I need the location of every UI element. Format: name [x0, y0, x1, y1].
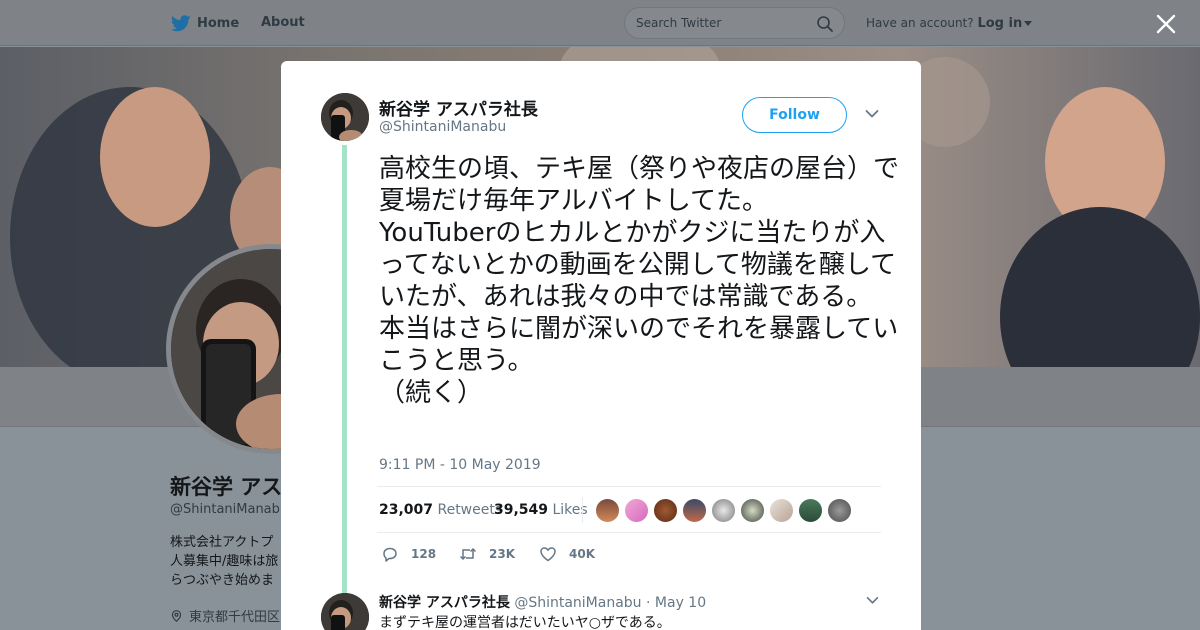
- profile-name: 新谷学 アス: [170, 475, 283, 499]
- reply-icon[interactable]: [381, 545, 399, 563]
- bio-line: らつぶやき始めま: [170, 573, 275, 588]
- chevron-down-icon[interactable]: [865, 109, 879, 119]
- heart-icon[interactable]: [539, 545, 557, 563]
- tweet-author-name[interactable]: 新谷学 アスパラ社長: [379, 95, 538, 120]
- retweets-stat[interactable]: 23,007 Retweets: [379, 502, 502, 518]
- reply-action[interactable]: 128: [381, 545, 436, 563]
- likes-stat[interactable]: 39,549 Likes: [494, 502, 588, 518]
- nav-about-label: About: [261, 15, 305, 30]
- caret-down-icon[interactable]: [1024, 21, 1033, 26]
- search-input[interactable]: [636, 15, 811, 31]
- liker-avatar[interactable]: [624, 498, 649, 523]
- thread-connector-line: [342, 145, 347, 595]
- reply-header: 新谷学 アスパラ社長 @ShintaniManabu · May 10: [379, 592, 706, 612]
- chevron-down-icon[interactable]: [866, 596, 879, 605]
- search-box[interactable]: [624, 7, 845, 39]
- reply-count: 128: [411, 547, 437, 561]
- likes-count: 39,549: [494, 502, 549, 518]
- reply-author-name[interactable]: 新谷学 アスパラ社長: [379, 595, 510, 611]
- retweets-count: 23,007: [379, 502, 434, 518]
- tweet-author-avatar[interactable]: [321, 93, 369, 141]
- liker-avatar[interactable]: [595, 498, 620, 523]
- retweet-count: 23K: [489, 547, 515, 561]
- twitter-bird-icon: [171, 15, 191, 32]
- top-navigation-bar: Home About Have an account? Log in: [0, 0, 1200, 46]
- tweet-text: 高校生の頃、テキ屋（祭りや夜店の屋台）で夏場だけ毎年アルバイトしてた。 YouT…: [379, 154, 900, 408]
- location-text: 東京都千代田区: [188, 610, 280, 625]
- liker-avatars: [595, 498, 856, 523]
- login-link[interactable]: Log in: [977, 16, 1022, 31]
- nav-home-label: Home: [197, 16, 240, 31]
- have-account-text: Have an account?: [866, 16, 974, 30]
- author-avatar-image: [321, 93, 369, 141]
- liker-avatar[interactable]: [653, 498, 678, 523]
- profile-bio: 株式会社アクトプ 人募集中/趣味は旅 らつぶやき始めま: [170, 533, 280, 590]
- profile-location: 東京都千代田区: [170, 606, 280, 625]
- reply-date[interactable]: · May 10: [646, 595, 706, 611]
- tweet-permalink-modal: 新谷学 アスパラ社長 @ShintaniManabu Follow 高校生の頃、…: [281, 61, 921, 630]
- liker-avatar[interactable]: [827, 498, 852, 523]
- reply-author-handle[interactable]: @ShintaniManabu: [514, 595, 641, 611]
- tweet-author-handle[interactable]: @ShintaniManabu: [379, 119, 506, 135]
- nav-about-link[interactable]: About: [261, 15, 305, 30]
- tweet-timestamp[interactable]: 9:11 PM - 10 May 2019: [379, 457, 541, 473]
- bio-line: 株式会社アクトプ: [170, 535, 274, 550]
- liker-avatar[interactable]: [682, 498, 707, 523]
- reply-avatar-image: [321, 593, 369, 630]
- stats-divider: [582, 497, 583, 523]
- bio-line: 人募集中/趣味は旅: [170, 554, 279, 569]
- tweet-stats: 23,007 Retweets 39,549 Likes: [377, 486, 881, 533]
- retweets-label: Retweets: [437, 502, 503, 518]
- search-icon[interactable]: [816, 15, 834, 33]
- reply-author-avatar[interactable]: [321, 593, 369, 630]
- location-icon: [171, 609, 182, 622]
- liker-avatar[interactable]: [769, 498, 794, 523]
- liker-avatar[interactable]: [798, 498, 823, 523]
- follow-button[interactable]: Follow: [742, 97, 847, 133]
- reply-text: まずテキ屋の運営者はだいたいヤ○ザである。: [379, 615, 671, 630]
- liker-avatar[interactable]: [740, 498, 765, 523]
- close-icon[interactable]: [1154, 12, 1178, 36]
- profile-handle[interactable]: @ShintaniManabu: [170, 502, 288, 517]
- like-count: 40K: [569, 547, 595, 561]
- retweet-icon[interactable]: [459, 545, 477, 563]
- retweet-action[interactable]: 23K: [459, 545, 515, 563]
- liker-avatar[interactable]: [711, 498, 736, 523]
- tweet-actions: 128 23K 40K: [381, 545, 781, 565]
- account-area: Have an account? Log in: [866, 16, 1033, 31]
- like-action[interactable]: 40K: [539, 545, 595, 563]
- nav-home-link[interactable]: Home: [171, 15, 239, 32]
